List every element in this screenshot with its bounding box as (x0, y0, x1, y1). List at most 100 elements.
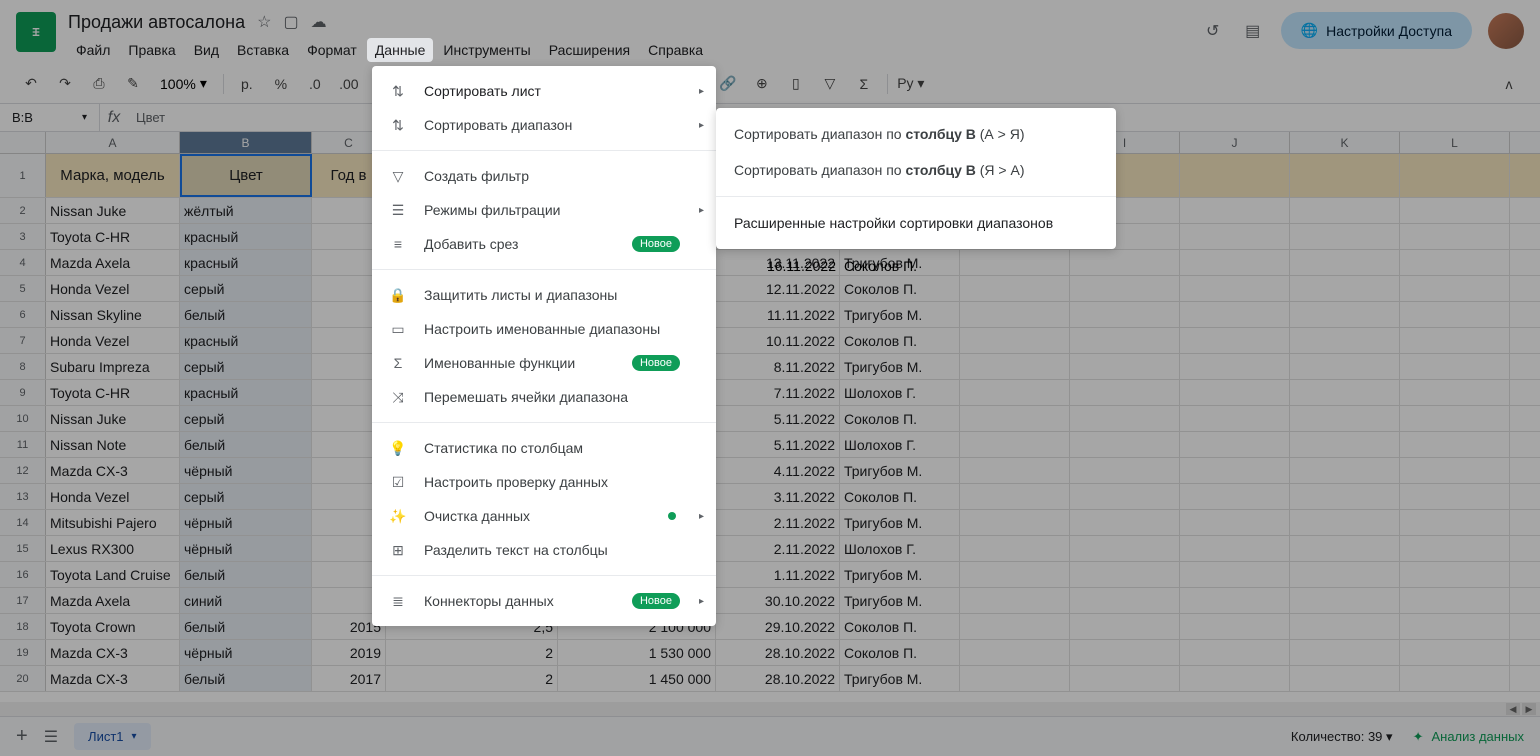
cell[interactable] (1290, 484, 1400, 509)
cell[interactable] (1400, 536, 1510, 561)
cell[interactable] (1400, 666, 1510, 691)
row-header[interactable]: 19 (0, 640, 46, 665)
submenu-sort-az[interactable]: Сортировать диапазон по столбцу B (А > Я… (716, 116, 1116, 152)
menu-sort-range[interactable]: ⇅ Сортировать диапазон ▸ (372, 108, 716, 142)
cell[interactable] (1180, 354, 1290, 379)
row-header[interactable]: 2 (0, 198, 46, 223)
cell[interactable] (960, 614, 1070, 639)
cell[interactable] (960, 666, 1070, 691)
cell[interactable] (960, 354, 1070, 379)
move-icon[interactable]: ▢ (283, 12, 298, 32)
cell[interactable] (1180, 666, 1290, 691)
cell[interactable] (1180, 432, 1290, 457)
undo-icon[interactable]: ↶ (16, 69, 46, 99)
horizontal-scrollbar[interactable]: ◀ ▶ (0, 702, 1540, 716)
cell[interactable] (960, 458, 1070, 483)
cell[interactable]: 5.11.2022 (716, 406, 840, 431)
select-all-corner[interactable] (0, 132, 46, 153)
cell[interactable] (1180, 380, 1290, 405)
cell[interactable] (1400, 432, 1510, 457)
cell[interactable]: белый (180, 302, 312, 327)
row-header[interactable]: 11 (0, 432, 46, 457)
cell[interactable] (1290, 640, 1400, 665)
cell[interactable]: серый (180, 276, 312, 301)
collapse-toolbar-icon[interactable]: ʌ (1494, 69, 1524, 99)
cell[interactable]: Mazda Axela (46, 250, 180, 275)
cell[interactable] (1290, 380, 1400, 405)
cell[interactable] (1400, 224, 1510, 249)
add-sheet-icon[interactable]: + (16, 725, 28, 748)
menu-named-functions[interactable]: Σ Именованные функции Новое (372, 346, 716, 380)
cell[interactable] (960, 588, 1070, 613)
sheet-tab[interactable]: Лист1 ▾ (74, 723, 151, 750)
cell[interactable]: серый (180, 406, 312, 431)
cell[interactable] (1400, 458, 1510, 483)
cell[interactable]: 1 450 000 (558, 666, 716, 691)
cell[interactable] (1290, 250, 1400, 275)
cell[interactable] (1180, 640, 1290, 665)
cell[interactable]: 16.11.2022 (716, 258, 840, 274)
cell[interactable] (1290, 588, 1400, 613)
cell[interactable]: Шолохов Г. (840, 432, 960, 457)
submenu-sort-za[interactable]: Сортировать диапазон по столбцу B (Я > А… (716, 152, 1116, 188)
cell[interactable]: 5.11.2022 (716, 432, 840, 457)
col-header-J[interactable]: J (1180, 132, 1290, 153)
cloud-icon[interactable]: ☁ (311, 12, 327, 32)
cell[interactable]: чёрный (180, 640, 312, 665)
cell[interactable] (1070, 666, 1180, 691)
cell[interactable] (960, 510, 1070, 535)
col-header-K[interactable]: K (1290, 132, 1400, 153)
cell[interactable]: Соколов П. (840, 276, 960, 301)
cell[interactable]: Тригубов М. (840, 458, 960, 483)
menu-help[interactable]: Справка (640, 38, 711, 62)
cell[interactable] (1070, 354, 1180, 379)
cell[interactable] (1400, 484, 1510, 509)
comment-icon[interactable]: ⊕ (747, 69, 777, 99)
cell[interactable] (1070, 380, 1180, 405)
cell[interactable]: Соколов П. (840, 614, 960, 639)
cell[interactable]: 7.11.2022 (716, 380, 840, 405)
menu-file[interactable]: Файл (68, 38, 118, 62)
cell[interactable] (1070, 640, 1180, 665)
menu-named-ranges[interactable]: ▭ Настроить именованные диапазоны (372, 312, 716, 346)
cell[interactable] (1290, 328, 1400, 353)
menu-edit[interactable]: Правка (120, 38, 183, 62)
cell[interactable] (1070, 588, 1180, 613)
cell[interactable]: 2017 (312, 666, 386, 691)
row-header[interactable]: 4 (0, 250, 46, 275)
scroll-right-icon[interactable]: ▶ (1522, 703, 1536, 715)
cell[interactable] (1400, 588, 1510, 613)
menu-connectors[interactable]: ≣ Коннекторы данных Новое ▸ (372, 584, 716, 618)
cell[interactable]: Mitsubishi Pajero (46, 510, 180, 535)
cell[interactable]: 2.11.2022 (716, 536, 840, 561)
cell[interactable] (1290, 510, 1400, 535)
cell[interactable]: чёрный (180, 536, 312, 561)
menu-format[interactable]: Формат (299, 38, 365, 62)
menu-randomize[interactable]: ⤨ Перемешать ячейки диапазона (372, 380, 716, 414)
cell[interactable] (1400, 250, 1510, 275)
cell[interactable] (1180, 588, 1290, 613)
cell[interactable] (960, 484, 1070, 509)
cell[interactable] (1180, 484, 1290, 509)
cell[interactable] (1290, 354, 1400, 379)
cell[interactable]: Тригубов М. (840, 588, 960, 613)
cell[interactable]: чёрный (180, 458, 312, 483)
cell[interactable] (1400, 302, 1510, 327)
cell[interactable] (1180, 276, 1290, 301)
cell[interactable] (1290, 458, 1400, 483)
cell[interactable]: Mazda CX-3 (46, 458, 180, 483)
print-icon[interactable]: ⎙ (84, 69, 114, 99)
cell[interactable] (960, 432, 1070, 457)
cell[interactable]: красный (180, 224, 312, 249)
cell[interactable] (1180, 406, 1290, 431)
cell[interactable] (1400, 328, 1510, 353)
menu-sort-sheet[interactable]: ⇅ Сортировать лист ▸ (372, 74, 716, 108)
menu-column-stats[interactable]: 💡 Статистика по столбцам (372, 431, 716, 465)
cell[interactable]: 10.11.2022 (716, 328, 840, 353)
cell[interactable]: 12.11.2022 (716, 276, 840, 301)
cell[interactable]: Honda Vezel (46, 328, 180, 353)
row-header[interactable]: 8 (0, 354, 46, 379)
cell[interactable]: Шолохов Г. (840, 536, 960, 561)
cell[interactable]: Toyota Crown (46, 614, 180, 639)
cell[interactable] (960, 302, 1070, 327)
